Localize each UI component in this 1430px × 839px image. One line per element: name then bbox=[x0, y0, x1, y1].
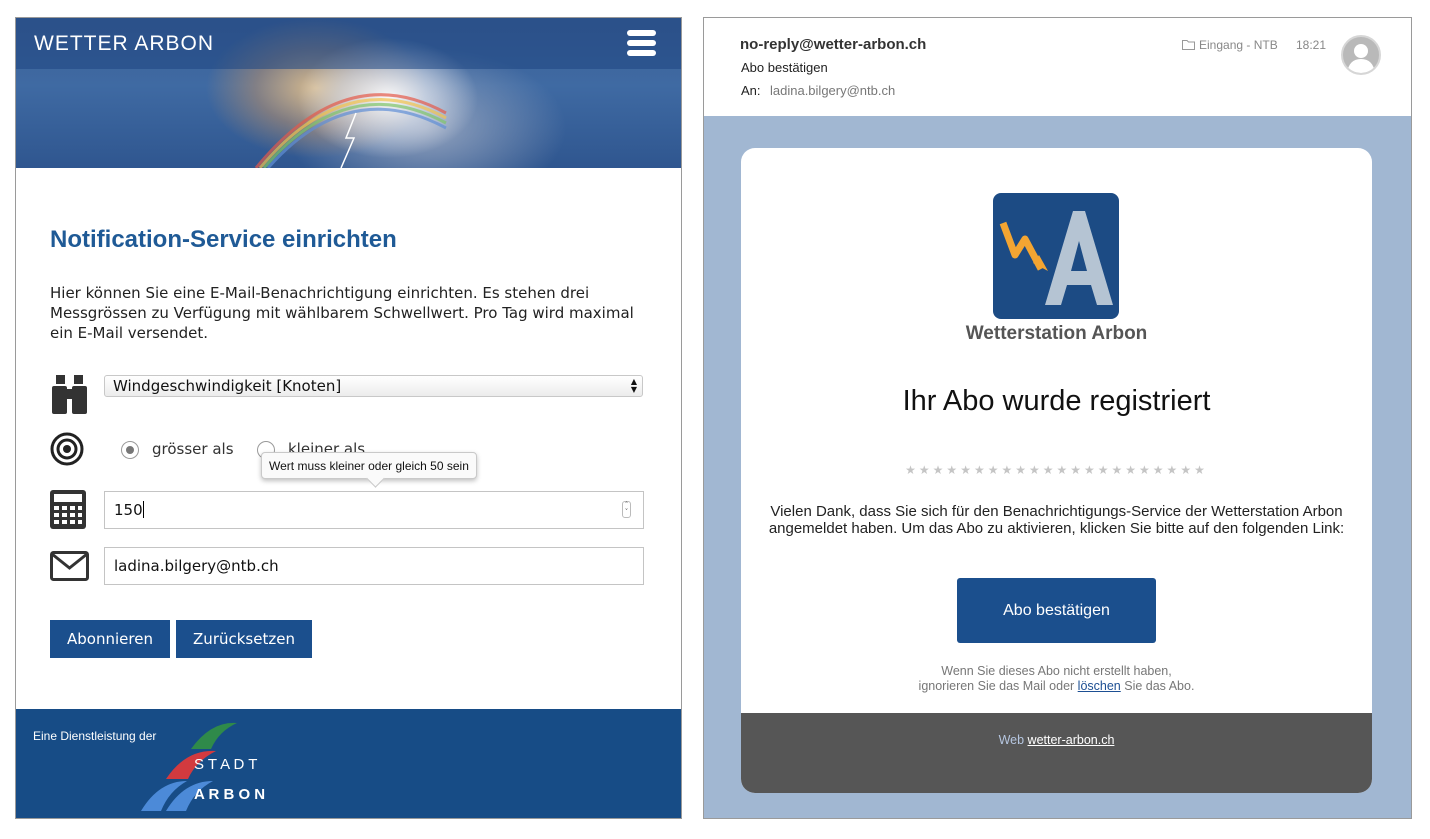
threshold-input[interactable]: 150 ˄ ˅ bbox=[104, 491, 644, 529]
radio-greater-label: grösser als bbox=[152, 440, 234, 458]
intro-text: Hier können Sie eine E-Mail-Benachrichti… bbox=[50, 283, 650, 343]
intro-line: ein E-Mail versendet. bbox=[50, 324, 209, 342]
sender-avatar bbox=[1341, 35, 1381, 75]
footer-web-label: Web bbox=[998, 733, 1028, 747]
email-time: 18:21 bbox=[1296, 38, 1327, 52]
measure-select[interactable]: Windgeschwindigkeit [Knoten] ▲ ▼ bbox=[104, 375, 643, 397]
delete-link[interactable]: löschen bbox=[1078, 679, 1121, 693]
email-preview: no-reply@wetter-arbon.ch Abo bestätigen … bbox=[703, 17, 1412, 819]
validation-tooltip: Wert muss kleiner oder gleich 50 sein bbox=[261, 452, 477, 479]
radio-greater-than[interactable] bbox=[121, 441, 139, 459]
email-footer: Web wetter-arbon.ch bbox=[741, 713, 1372, 793]
email-to-label: An: bbox=[741, 83, 761, 98]
logo-caption: Wetterstation Arbon bbox=[965, 323, 1148, 344]
number-stepper-icon[interactable]: ˄ ˅ bbox=[622, 501, 631, 518]
subscribe-button[interactable]: Abonnieren bbox=[50, 620, 170, 658]
page-footer: Eine Dienstleistung der S T A D T A R B … bbox=[16, 709, 681, 818]
person-icon bbox=[1347, 44, 1375, 73]
weather-header-banner: WETTER ARBON bbox=[16, 18, 681, 168]
text-caret bbox=[142, 501, 144, 518]
email-header: no-reply@wetter-arbon.ch Abo bestätigen … bbox=[704, 18, 1411, 116]
calculator-icon bbox=[50, 490, 86, 529]
target-icon bbox=[50, 432, 84, 466]
star-divider: ★★★★★★★★★★★★★★★★★★★★★★ bbox=[905, 463, 1208, 477]
intro-line: Messgrössen zu Verfügung mit wählbarem S… bbox=[50, 304, 634, 322]
hamburger-menu-icon[interactable] bbox=[627, 30, 656, 58]
select-arrows-icon: ▲ ▼ bbox=[630, 377, 637, 394]
measure-select-value: Windgeschwindigkeit [Knoten] bbox=[113, 377, 342, 395]
email-input-value: ladina.bilgery@ntb.ch bbox=[114, 557, 279, 575]
logo-word-stadt: S T A D T bbox=[194, 756, 258, 773]
folder-icon bbox=[1182, 40, 1195, 50]
wetterstation-logo bbox=[993, 193, 1119, 319]
page-title: Notification-Service einrichten bbox=[50, 226, 397, 253]
body-line: Vielen Dank, dass Sie sich für den Benac… bbox=[770, 503, 1343, 520]
body-line: angemeldet haben. Um das Abo zu aktivier… bbox=[768, 520, 1345, 537]
email-subject: Abo bestätigen bbox=[741, 60, 828, 75]
note-line-2: ignorieren Sie das Mail oder löschen Sie… bbox=[918, 679, 1195, 693]
site-title: WETTER ARBON bbox=[34, 32, 215, 55]
reset-button[interactable]: Zurücksetzen bbox=[176, 620, 312, 658]
email-input[interactable]: ladina.bilgery@ntb.ch bbox=[104, 547, 644, 585]
email-heading: Ihr Abo wurde registriert bbox=[902, 385, 1211, 417]
confirm-subscription-button[interactable]: Abo bestätigen bbox=[957, 578, 1156, 643]
unsubscribe-note: Wenn Sie dieses Abo nicht erstellt haben… bbox=[741, 664, 1372, 694]
threshold-input-value: 150 bbox=[114, 501, 143, 519]
intro-line: Hier können Sie eine E-Mail-Benachrichti… bbox=[50, 284, 590, 302]
website-link[interactable]: wetter-arbon.ch bbox=[1028, 733, 1115, 747]
email-folder: Eingang - NTB bbox=[1199, 38, 1278, 52]
logo-word-arbon: A R B O N bbox=[194, 786, 266, 803]
email-sender: no-reply@wetter-arbon.ch bbox=[740, 36, 927, 53]
email-recipient: ladina.bilgery@ntb.ch bbox=[770, 83, 896, 98]
email-body-text: Vielen Dank, dass Sie sich für den Benac… bbox=[761, 503, 1352, 537]
weather-station-logo-icon bbox=[999, 211, 1113, 305]
notification-form-page: WETTER ARBON Notification-Service einric… bbox=[15, 17, 682, 819]
note-line: Wenn Sie dieses Abo nicht erstellt haben… bbox=[941, 664, 1172, 678]
email-card: Wetterstation Arbon Ihr Abo wurde regist… bbox=[741, 148, 1372, 793]
binoculars-icon bbox=[52, 375, 87, 414]
envelope-icon bbox=[50, 551, 89, 581]
